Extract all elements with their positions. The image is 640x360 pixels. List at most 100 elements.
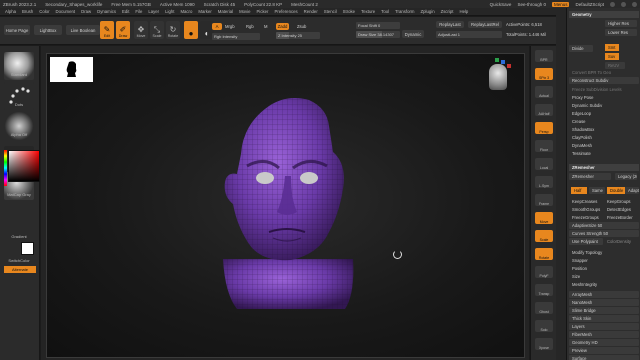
- tray-subpalette[interactable]: ArrayMesh: [569, 291, 639, 298]
- menu-item[interactable]: Tool: [381, 9, 389, 14]
- menu-item[interactable]: Zplugin: [420, 9, 434, 14]
- navigation-head-icon[interactable]: [489, 64, 507, 90]
- reuv-button[interactable]: ReUV: [605, 62, 625, 69]
- document-canvas[interactable]: [46, 53, 525, 358]
- close-icon[interactable]: [632, 1, 637, 7]
- color-density-slider[interactable]: ColorDensity: [604, 238, 638, 245]
- zadd-button[interactable]: Zadd: [276, 23, 289, 30]
- tray-subpalette[interactable]: Surface: [569, 355, 639, 360]
- menu-item[interactable]: Texture: [361, 9, 375, 14]
- rail-button[interactable]: Floor: [535, 140, 553, 152]
- divide-button[interactable]: Divide: [569, 45, 593, 52]
- reconstruct-subdiv-button[interactable]: Reconstruct Subdiv: [569, 77, 639, 84]
- menu-item[interactable]: Light: [165, 9, 174, 14]
- z-intensity-slider[interactable]: Z Intensity 25: [276, 32, 320, 39]
- rail-button[interactable]: AAHalf: [535, 104, 553, 116]
- draw-size-slider[interactable]: Draw Size 38.14307: [356, 31, 400, 38]
- rail-button[interactable]: Persp: [535, 122, 553, 134]
- tray-subpalette[interactable]: Preview: [569, 347, 639, 354]
- tray-subpalette[interactable]: Size: [569, 273, 639, 280]
- rail-button[interactable]: Xpose: [535, 338, 553, 350]
- zremesher-header[interactable]: ZRemesher: [569, 164, 639, 171]
- adapt-button[interactable]: Adapt: [625, 187, 639, 194]
- tray-subpalette[interactable]: Modify Topology: [569, 249, 639, 256]
- rail-button[interactable]: BPR: [535, 50, 553, 62]
- smt-toggle[interactable]: Smt: [605, 44, 619, 51]
- tray-subpalette[interactable]: Snapper: [569, 257, 639, 264]
- curves-strength-slider[interactable]: Curves Strength 50: [569, 230, 639, 237]
- rotate-button[interactable]: ↻ Rotate: [166, 21, 180, 39]
- tray-subpalette[interactable]: Proxy Pose: [569, 94, 639, 101]
- switch-color-button[interactable]: SwitchColor: [2, 258, 36, 263]
- draw-button[interactable]: ✐ Draw: [116, 21, 130, 39]
- menu-item[interactable]: Transform: [395, 9, 414, 14]
- tray-subpalette[interactable]: ClayPolish: [569, 134, 639, 141]
- rail-button[interactable]: Solo: [535, 320, 553, 332]
- alpha-thumbnail[interactable]: [50, 57, 93, 82]
- rail-button[interactable]: Local: [535, 158, 553, 170]
- menu-item[interactable]: Macro: [180, 9, 192, 14]
- rail-button[interactable]: SPix 3: [535, 68, 553, 80]
- see-through-slider[interactable]: See-through 0: [517, 2, 546, 7]
- rgb-intensity-slider[interactable]: Rgb Intensity: [212, 33, 260, 40]
- m-button[interactable]: M: [264, 24, 268, 29]
- higher-res-button[interactable]: Higher Res: [605, 20, 637, 27]
- rail-button[interactable]: Actual: [535, 86, 553, 98]
- freeze-subdiv-button[interactable]: Freeze SubDivision Levels: [569, 86, 639, 93]
- menu-item[interactable]: Help: [459, 9, 468, 14]
- detect-edges-button[interactable]: DetectEdges: [604, 206, 638, 213]
- rail-button[interactable]: Move: [535, 212, 553, 224]
- tray-divider[interactable]: [556, 8, 566, 360]
- menu-item[interactable]: File: [135, 9, 142, 14]
- smooth-groups-button[interactable]: SmoothGroups: [569, 206, 603, 213]
- default-zscript[interactable]: DefaultZScript: [575, 2, 604, 7]
- tray-subpalette[interactable]: FiberMesh: [569, 331, 639, 338]
- main-color-swatch[interactable]: [21, 242, 34, 255]
- replay-last-rel-button[interactable]: ReplayLastRel: [468, 21, 502, 28]
- mrgb-button[interactable]: Mrgb: [225, 24, 235, 29]
- menu-item[interactable]: Dynamics: [97, 9, 116, 14]
- lower-res-button[interactable]: Lower Res: [605, 29, 637, 36]
- tray-subpalette[interactable]: Position: [569, 265, 639, 272]
- rail-button[interactable]: Rotate: [535, 248, 553, 260]
- sculpt-head-model[interactable]: [47, 54, 525, 358]
- maximize-icon[interactable]: [621, 1, 626, 7]
- minimize-icon[interactable]: [610, 1, 615, 7]
- menu-item[interactable]: Alpha: [5, 9, 16, 14]
- menu-item[interactable]: Color: [39, 9, 49, 14]
- menu-item[interactable]: Layer: [148, 9, 159, 14]
- menu-item[interactable]: Preferences: [274, 9, 297, 14]
- brush-selector[interactable]: ●: [184, 21, 198, 39]
- rail-button[interactable]: PolyF: [535, 266, 553, 278]
- tray-subpalette[interactable]: ShadowBox: [569, 126, 639, 133]
- color-picker[interactable]: [8, 150, 40, 182]
- zremesher-button[interactable]: ZRemesher: [569, 173, 611, 180]
- same-button[interactable]: Same: [589, 187, 605, 194]
- menu-item[interactable]: Brush: [22, 9, 33, 14]
- alternate-button[interactable]: Alternate: [4, 266, 36, 273]
- rail-button[interactable]: L.Sym: [535, 176, 553, 188]
- freeze-border-button[interactable]: FreezeBorder: [604, 214, 638, 221]
- live-boolean-button[interactable]: Live Boolean: [66, 25, 100, 35]
- rgb-button[interactable]: Rgb: [246, 24, 254, 29]
- keep-groups-button[interactable]: KeepGroups: [604, 198, 638, 205]
- tray-subpalette[interactable]: MeshIntegrity: [569, 281, 639, 288]
- tray-subpalette[interactable]: Geometry HD: [569, 339, 639, 346]
- adaptive-size-slider[interactable]: AdaptiveSize 50: [569, 222, 639, 229]
- tray-subpalette[interactable]: Tessimate: [569, 150, 639, 157]
- quicksave-button[interactable]: QuickSave: [490, 2, 512, 7]
- menu-item[interactable]: Marker: [198, 9, 211, 14]
- half-button[interactable]: Half: [571, 187, 587, 194]
- lightbox-button[interactable]: LightBox: [34, 25, 62, 35]
- tray-subpalette[interactable]: DynaMesh: [569, 142, 639, 149]
- legacy-button[interactable]: Legacy (2018): [615, 173, 637, 180]
- tray-subpalette[interactable]: Crease: [569, 118, 639, 125]
- tray-subpalette[interactable]: Layers: [569, 323, 639, 330]
- double-button[interactable]: Double: [607, 187, 625, 194]
- replay-last-button[interactable]: ReplayLast: [436, 21, 464, 28]
- rail-button[interactable]: Ghost: [535, 302, 553, 314]
- menu-item[interactable]: Edit: [122, 9, 129, 14]
- tray-subpalette[interactable]: EdgeLoop: [569, 110, 639, 117]
- menu-item[interactable]: Zscript: [441, 9, 454, 14]
- scale-button[interactable]: ⤡ Scale: [150, 21, 164, 39]
